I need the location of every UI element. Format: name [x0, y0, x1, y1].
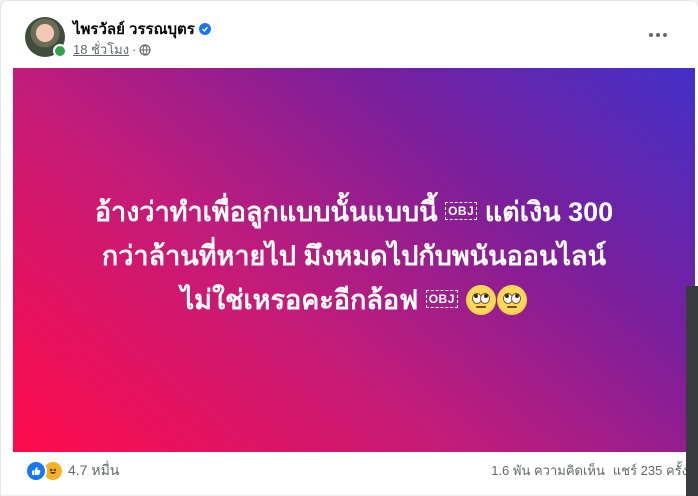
author-name[interactable]: ไพรวัลย์ วรรณบุตร: [73, 17, 195, 41]
obj-placeholder-icon: OBJ: [425, 290, 458, 308]
eye-roll-emoji-icon: [466, 285, 497, 315]
more-options-button[interactable]: [646, 23, 670, 47]
post-card: ไพรวัลย์ วรรณบุตร 18 ชั่วโมง · อ้างว่าทำ…: [0, 0, 698, 496]
online-status-dot: [53, 44, 67, 58]
eye-roll-emoji-icon: [497, 285, 528, 315]
post-text-line-1b: แต่เงิน 300: [484, 197, 614, 227]
engagement-stats: 1.6 พัน ความคิดเห็น แชร์ 235 ครั้ง: [491, 460, 688, 481]
side-panel-edge: [686, 286, 698, 496]
post-meta: 18 ชั่วโมง ·: [73, 39, 152, 60]
reaction-summary[interactable]: 4.7 หมื่น: [25, 460, 119, 482]
more-dot-icon: [663, 33, 667, 37]
post-text-line-1: อ้างว่าทำเพื่อลูกแบบนั้นแบบนี้: [94, 197, 438, 227]
avatar[interactable]: [25, 17, 67, 58]
share-count-link[interactable]: แชร์ 235 ครั้ง: [613, 460, 688, 481]
post-text-line-2: กว่าล้านที่หายไป มึงหมดไปกับพนันออนไลน์: [101, 241, 607, 271]
more-dot-icon: [649, 33, 653, 37]
post-timestamp[interactable]: 18 ชั่วโมง: [73, 39, 129, 60]
like-icon: [25, 460, 47, 482]
obj-placeholder-icon: OBJ: [445, 202, 478, 220]
reaction-count: 4.7 หมื่น: [68, 462, 120, 478]
post-footer: 4.7 หมื่น 1.6 พัน ความคิดเห็น แชร์ 235 ค…: [25, 456, 688, 482]
verified-badge-icon: [198, 23, 211, 35]
comment-count-link[interactable]: 1.6 พัน ความคิดเห็น: [491, 460, 605, 481]
more-dot-icon: [656, 33, 660, 37]
post-text: อ้างว่าทำเพื่อลูกแบบนั้นแบบนี้ OBJ แต่เง…: [34, 190, 674, 322]
meta-separator: ·: [132, 42, 137, 57]
post-header: ไพรวัลย์ วรรณบุตร 18 ชั่วโมง ·: [25, 15, 678, 61]
post-background[interactable]: อ้างว่าทำเพื่อลูกแบบนั้นแบบนี้ OBJ แต่เง…: [13, 68, 695, 452]
author-row: ไพรวัลย์ วรรณบุตร: [73, 17, 211, 41]
globe-icon: [139, 43, 152, 56]
post-text-line-3: ไม่ใช่เหรอคะอีกล้อฟ: [180, 285, 419, 315]
